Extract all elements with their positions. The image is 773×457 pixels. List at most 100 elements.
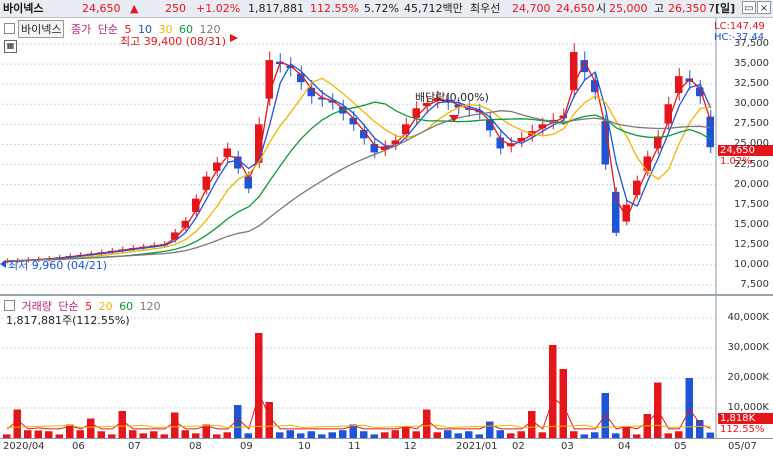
volume-bar <box>45 431 53 438</box>
price-tick: 35,000 <box>734 58 769 70</box>
volume-bar <box>412 431 420 438</box>
price-tick: 27,500 <box>734 118 769 130</box>
volume-bar <box>34 430 42 438</box>
legend-vol-ma120: 120 <box>139 300 161 313</box>
date-tick: 2021/01 <box>456 441 498 452</box>
date-tick: 02 <box>512 441 525 452</box>
volume-tick: 20,000K <box>727 372 769 383</box>
volume-bar <box>486 421 494 438</box>
date-axis: 2020/04 06 07 08 09 10 11 12 2021/01 02 … <box>0 438 773 457</box>
stock-name: 바이넥스 <box>3 2 44 15</box>
volume-tag: 1,818K <box>718 413 773 424</box>
volume-bar <box>517 431 525 438</box>
volume-bar <box>685 378 693 438</box>
volume-bar <box>286 430 294 438</box>
volume-bar <box>675 431 683 438</box>
legend-simple: 단순 <box>97 23 118 36</box>
volume-bar <box>150 431 158 438</box>
close-icon[interactable]: × <box>757 1 771 14</box>
price-tick: 25,000 <box>734 138 769 150</box>
volume-bar <box>391 430 399 438</box>
price-tick: 22,500 <box>734 158 769 170</box>
turnover: 5.72% <box>364 2 399 15</box>
volume-value: 1,817,881 <box>248 2 304 15</box>
volume-bar <box>97 431 105 438</box>
volume-bar <box>423 409 431 438</box>
date-tick: 09 <box>240 441 253 452</box>
date-tick: 06 <box>72 441 85 452</box>
volume-bar <box>181 430 189 438</box>
price-change-pct: +1.02% <box>196 2 241 15</box>
volume-bar <box>570 431 578 438</box>
volume-bar <box>13 409 21 438</box>
price-tick: 15,000 <box>734 218 769 230</box>
lc-value: LC:147.49 <box>714 21 765 32</box>
panel-toggle-icon[interactable] <box>4 300 15 311</box>
volume-info: 1,817,881주(112.55%) <box>6 314 130 327</box>
stock-selector[interactable]: 바이넥스 <box>18 20 65 38</box>
dividend-label: 배당락(0.00%) <box>415 91 489 104</box>
open-price: 25,000 <box>609 2 648 15</box>
volume-bar <box>528 411 536 438</box>
date-tick: 05 <box>674 441 687 452</box>
volume-bar <box>24 430 32 438</box>
date-tick: 07 <box>128 441 141 452</box>
max-price-label: 최고 39,400 (08/31) <box>120 35 227 48</box>
quote-header: 바이넥스 24,650 ▲ 250 +1.02% 1,817,881 112.5… <box>0 0 773 18</box>
restore-icon[interactable]: ▭ <box>742 1 756 14</box>
current-price: 24,650 <box>82 2 121 15</box>
price-change: 250 <box>165 2 186 15</box>
open-label: 시 <box>596 2 607 15</box>
price-tick: 30,000 <box>734 98 769 110</box>
volume-bar <box>307 431 315 438</box>
price-tick: 12,500 <box>734 238 769 250</box>
volume-bar <box>87 418 95 438</box>
up-arrow-icon: ▲ <box>130 2 139 15</box>
volume-bar <box>76 430 84 438</box>
best-bid: 24,650 <box>556 2 595 15</box>
volume-bar <box>118 411 126 438</box>
grid-table-icon[interactable]: ▦ <box>4 40 17 53</box>
price-panel: 바이넥스 종가 단순 5 10 30 60 120 ▦ 최고 39,400 (0… <box>0 18 773 294</box>
best-ask-label: 최우선 <box>470 2 501 15</box>
volume-ratio: 112.55% <box>310 2 359 15</box>
max-arrow-icon <box>230 34 238 42</box>
price-tick: 17,500 <box>734 198 769 210</box>
volume-tick: 30,000K <box>727 342 769 353</box>
period-daily-button[interactable]: [일] <box>715 2 735 15</box>
volume-bar <box>255 333 263 438</box>
volume-bar <box>496 430 504 438</box>
legend-close: 종가 <box>70 23 92 36</box>
volume-panel: 거래량 단순 5 20 60 120 1,817,881주(112.55%) 1… <box>0 294 773 440</box>
stock-chart-window: { "header": { "name": "바이넥스", "price": "… <box>0 0 773 457</box>
min-price-label: 최저 9,960 (04/21) <box>8 259 108 272</box>
date-tick: 12 <box>404 441 417 452</box>
date-tick: 11 <box>348 441 361 452</box>
date-tick: 04 <box>618 441 631 452</box>
volume-bar <box>654 382 662 438</box>
date-tick: 2020/04 <box>3 441 45 452</box>
price-chart <box>0 18 717 294</box>
panel-toggle-icon[interactable] <box>4 23 15 34</box>
high-price: 26,350 <box>668 2 707 15</box>
volume-bar <box>622 427 630 438</box>
trade-amount: 45,712백만 <box>404 2 463 15</box>
date-tick: 03 <box>561 441 574 452</box>
volume-bar <box>444 430 452 438</box>
volume-pct-tag: 112.55% <box>720 424 765 435</box>
volume-bar <box>549 345 557 438</box>
header-overflow: 7 <box>708 2 715 15</box>
high-label: 고 <box>654 2 665 15</box>
price-tick: 10,000 <box>734 258 769 270</box>
date-tick: 05/07 <box>728 441 757 452</box>
volume-bar <box>402 427 410 438</box>
volume-bar <box>129 430 137 438</box>
volume-tick: 40,000K <box>727 312 769 323</box>
date-tick: 10 <box>298 441 311 452</box>
price-tick: 7,500 <box>740 279 769 290</box>
price-tick: 37,500 <box>734 38 769 49</box>
best-ask: 24,700 <box>512 2 551 15</box>
volume-bar <box>465 431 473 438</box>
date-tick: 08 <box>189 441 202 452</box>
volume-bar <box>339 430 347 438</box>
